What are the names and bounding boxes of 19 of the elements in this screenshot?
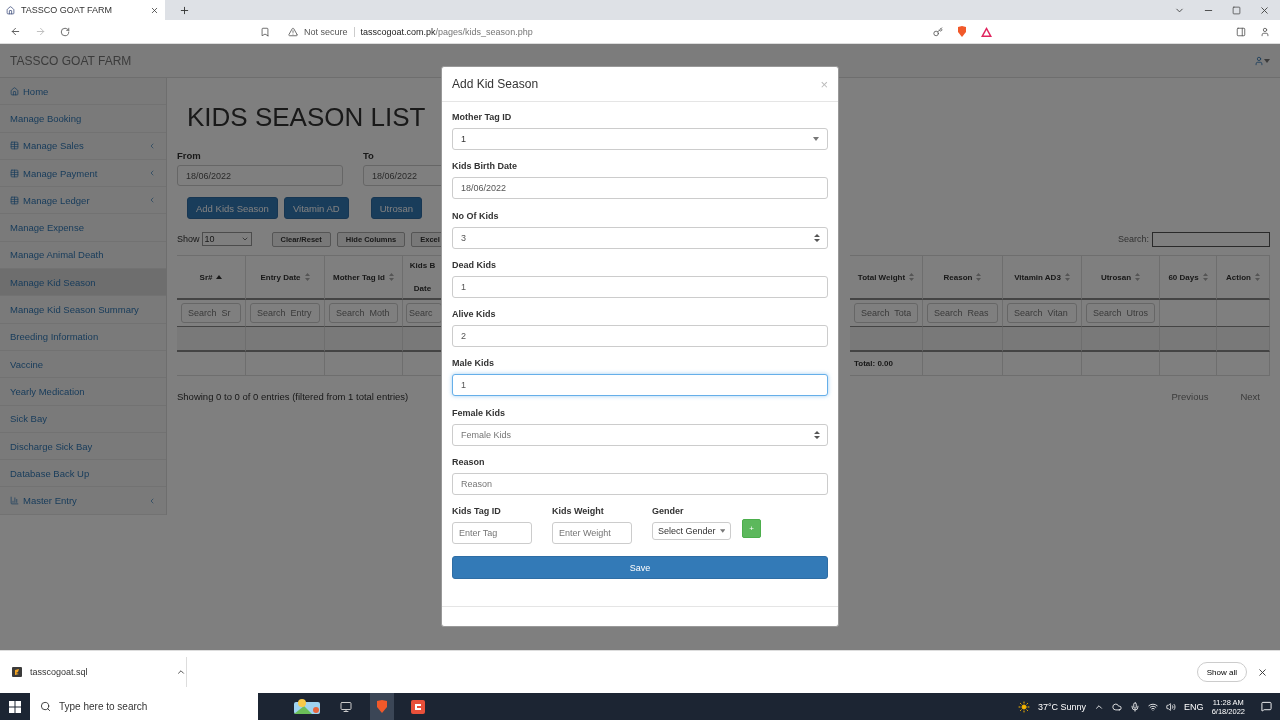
field-label: Kids Birth Date	[452, 161, 518, 172]
field-label: Gender	[652, 506, 685, 517]
field-label: Kids Weight	[552, 506, 605, 517]
search-label: Search:	[1117, 234, 1149, 244]
field-label: No Of Kids	[452, 210, 500, 221]
filter-label: From	[177, 150, 202, 161]
total-text: Total: 0.00	[854, 359, 893, 368]
field-label: Kids Tag ID	[452, 506, 502, 517]
filter-label: To	[363, 150, 375, 161]
entries-info: Showing 0 to 0 of 0 entries (filtered from 1 total entries)	[177, 391, 409, 402]
field-label: Alive Kids	[452, 309, 497, 320]
field-label: Dead Kids	[452, 259, 497, 270]
field-label: Reason	[452, 457, 486, 468]
page-title: KIDS SEASON LIST	[187, 102, 426, 134]
modal-title: Add Kid Season	[452, 77, 539, 91]
show-label: Show	[177, 234, 200, 244]
field-label: Male Kids	[452, 358, 495, 369]
field-label: Female Kids	[452, 407, 507, 418]
field-label: Mother Tag ID	[452, 112, 513, 122]
